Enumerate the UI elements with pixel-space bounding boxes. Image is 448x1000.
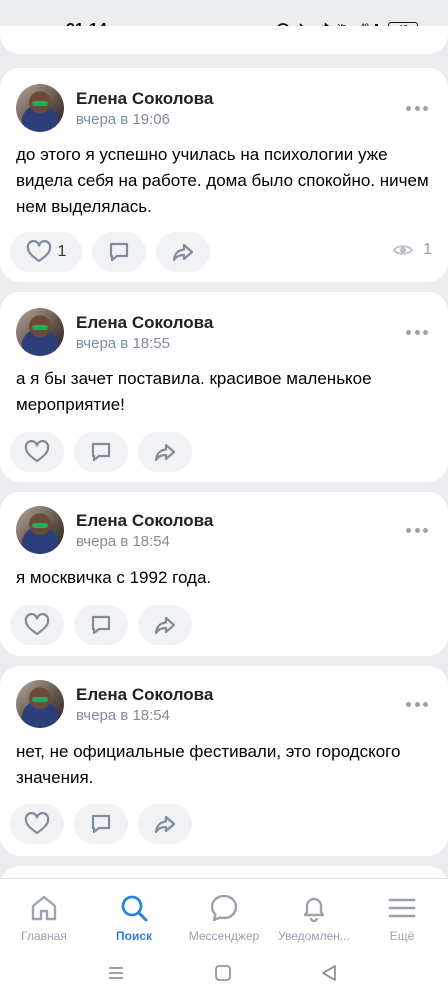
like-button[interactable] <box>10 804 64 844</box>
post-time[interactable]: вчера в 18:55 <box>76 335 170 352</box>
like-button[interactable]: 1 <box>10 232 82 272</box>
avatar[interactable] <box>16 680 64 728</box>
tab-home[interactable]: Главная <box>0 889 88 943</box>
heart-icon <box>24 613 50 636</box>
comment-icon <box>91 814 111 834</box>
system-nav-bar <box>0 946 448 1000</box>
like-button[interactable] <box>10 605 64 645</box>
avatar[interactable] <box>16 308 64 356</box>
previous-post-tail <box>0 26 448 54</box>
tab-label: Мессенджер <box>188 929 260 943</box>
tab-messenger[interactable]: Мессенджер <box>180 889 268 943</box>
bell-icon <box>303 897 325 923</box>
share-icon <box>154 443 176 462</box>
share-icon <box>154 815 176 834</box>
more-options-icon[interactable] <box>406 105 428 111</box>
tab-search[interactable]: Поиск <box>90 889 178 943</box>
search-icon <box>121 895 148 922</box>
home-icon <box>31 895 57 921</box>
comment-button[interactable] <box>92 232 146 272</box>
post-card: Елена Соколова вчера в 18:55 а я бы заче… <box>0 292 448 482</box>
share-button[interactable] <box>156 232 210 272</box>
heart-icon <box>24 440 50 463</box>
post-card: Елена Соколова вчера в 18:54 я москвичка… <box>0 492 448 656</box>
back-icon[interactable] <box>320 964 338 982</box>
post-author[interactable]: Елена Соколова <box>76 685 213 705</box>
like-count: 1 <box>57 243 67 260</box>
bottom-tab-bar: Главная Поиск Мессенджер Уведомлен... Ещ… <box>0 878 448 947</box>
avatar[interactable] <box>16 506 64 554</box>
post-text: до этого я успешно училась на психологии… <box>16 145 429 216</box>
post-author[interactable]: Елена Соколова <box>76 511 213 531</box>
more-options-icon[interactable] <box>406 329 428 335</box>
tab-label: Главная <box>21 929 67 943</box>
share-button[interactable] <box>138 605 192 645</box>
share-button[interactable] <box>138 432 192 472</box>
post-author[interactable]: Елена Соколова <box>76 89 213 109</box>
more-options-icon[interactable] <box>406 527 428 533</box>
messenger-icon <box>210 894 238 922</box>
comment-icon <box>109 242 129 262</box>
tab-label: Уведомлен... <box>278 929 350 943</box>
like-button[interactable] <box>10 432 64 472</box>
post-text: я москвичка с 1992 года. <box>16 568 212 587</box>
eye-icon <box>393 245 414 255</box>
comment-icon <box>91 442 111 462</box>
menu-icon <box>388 898 416 918</box>
share-icon <box>154 616 176 635</box>
home-nav-icon[interactable] <box>214 964 232 982</box>
post-text: а я бы зачет поставила. красивое маленьк… <box>16 369 372 414</box>
post-card: Елена Соколова вчера в 18:54 нет, не офи… <box>0 666 448 856</box>
recent-apps-icon[interactable] <box>107 964 125 982</box>
post-time[interactable]: вчера в 19:06 <box>76 111 170 128</box>
share-button[interactable] <box>138 804 192 844</box>
post-time[interactable]: вчера в 18:54 <box>76 707 170 724</box>
heart-icon <box>26 240 51 263</box>
comment-button[interactable] <box>74 804 128 844</box>
comment-button[interactable] <box>74 605 128 645</box>
comment-button[interactable] <box>74 432 128 472</box>
more-options-icon[interactable] <box>406 701 428 707</box>
comment-icon <box>91 615 111 635</box>
tab-label: Ещё <box>389 929 415 943</box>
heart-icon <box>24 812 50 835</box>
avatar[interactable] <box>16 84 64 132</box>
post-card: Елена Соколова вчера в 19:06 до этого я … <box>0 68 448 282</box>
post-text: нет, не официальные фестивали, это город… <box>16 742 401 787</box>
share-icon <box>172 243 194 262</box>
views-counter: 1 <box>393 241 432 259</box>
post-time[interactable]: вчера в 18:54 <box>76 533 170 550</box>
tab-more[interactable]: Ещё <box>358 889 446 943</box>
tab-notifications[interactable]: Уведомлен... <box>270 889 358 943</box>
views-count: 1 <box>423 241 432 258</box>
tab-label: Поиск <box>115 929 152 943</box>
post-author[interactable]: Елена Соколова <box>76 313 213 333</box>
